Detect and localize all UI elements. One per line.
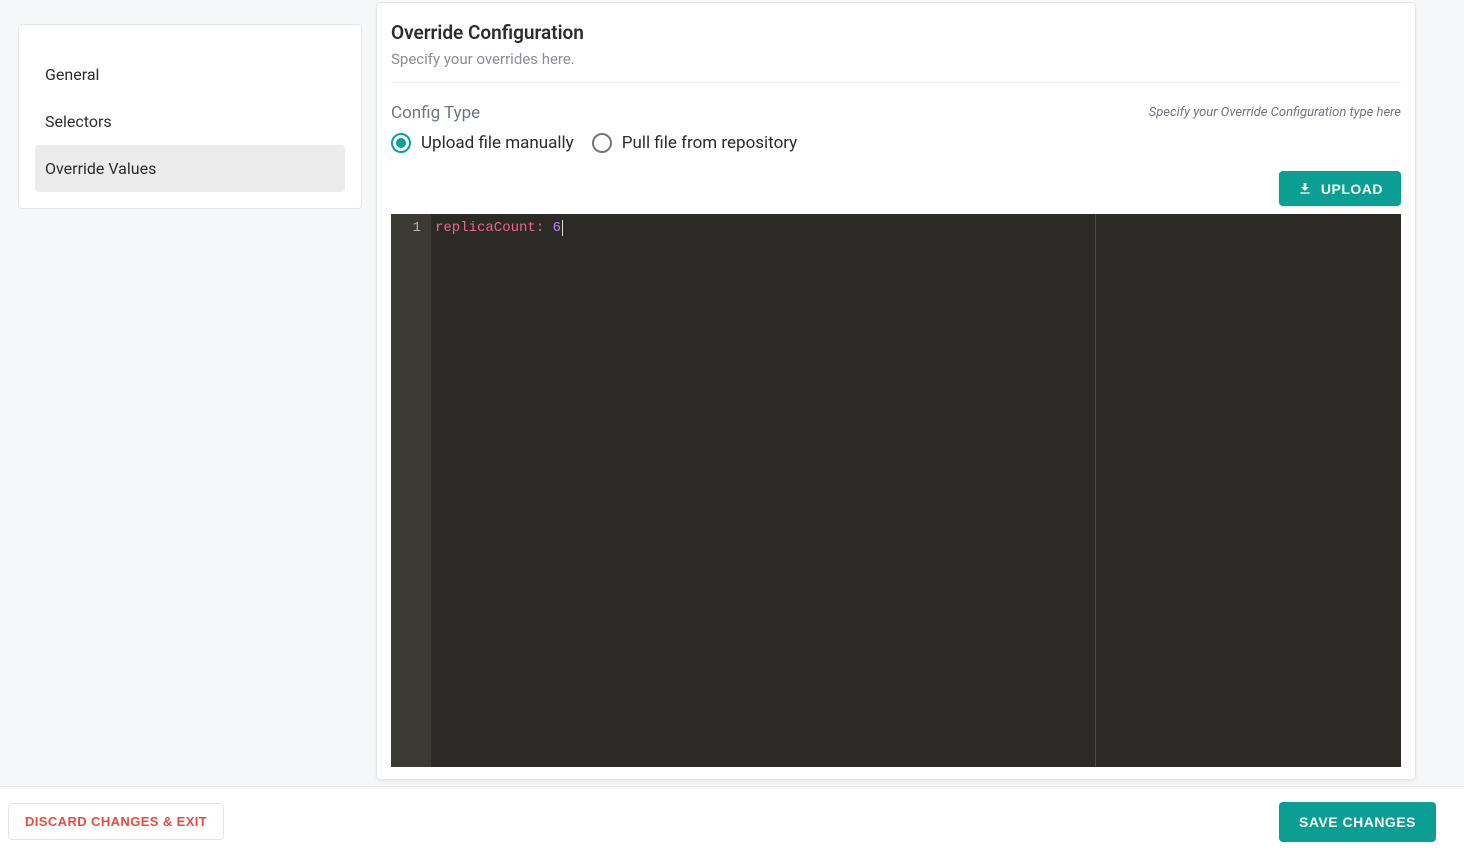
line-number: 1 <box>391 218 421 238</box>
main-panel: Override Configuration Specify your over… <box>376 2 1416 780</box>
divider <box>391 82 1401 83</box>
sidebar-item-selectors[interactable]: Selectors <box>35 98 345 145</box>
editor-content[interactable]: replicaCount: 6 <box>431 214 1401 767</box>
radio-label: Upload file manually <box>421 133 574 153</box>
sidebar-item-label: Override Values <box>45 159 156 178</box>
sidebar-item-label: General <box>45 65 99 84</box>
discard-button-label: DISCARD CHANGES & EXIT <box>25 814 207 829</box>
code-editor[interactable]: 1 replicaCount: 6 <box>391 214 1401 767</box>
radio-label: Pull file from repository <box>622 133 798 153</box>
sidebar-item-override-values[interactable]: Override Values <box>35 145 345 192</box>
discard-button[interactable]: DISCARD CHANGES & EXIT <box>8 803 224 840</box>
radio-upload-manually[interactable]: Upload file manually <box>391 133 574 153</box>
config-type-label: Config Type <box>391 103 797 123</box>
sidebar-item-general[interactable]: General <box>35 51 345 98</box>
token-value: 6 <box>553 220 561 236</box>
editor-gutter: 1 <box>391 214 431 767</box>
config-type-radio-group: Upload file manually Pull file from repo… <box>391 133 797 153</box>
code-line: replicaCount: 6 <box>435 218 1393 238</box>
upload-button-label: UPLOAD <box>1321 181 1383 197</box>
token-key: replicaCount: <box>435 220 544 236</box>
panel-subtitle: Specify your overrides here. <box>391 50 1401 68</box>
sidebar: General Selectors Override Values <box>18 24 362 209</box>
upload-icon <box>1297 179 1313 198</box>
footer-bar: DISCARD CHANGES & EXIT SAVE CHANGES <box>0 786 1464 856</box>
sidebar-item-label: Selectors <box>45 112 112 131</box>
radio-icon <box>391 133 411 153</box>
save-button-label: SAVE CHANGES <box>1299 814 1416 830</box>
radio-icon <box>592 133 612 153</box>
panel-title: Override Configuration <box>391 21 1401 44</box>
upload-button[interactable]: UPLOAD <box>1279 171 1401 206</box>
radio-pull-from-repo[interactable]: Pull file from repository <box>592 133 798 153</box>
config-type-hint: Specify your Override Configuration type… <box>1149 105 1401 120</box>
save-button[interactable]: SAVE CHANGES <box>1279 802 1436 842</box>
text-cursor <box>562 220 563 236</box>
editor-ruler <box>1095 214 1096 767</box>
